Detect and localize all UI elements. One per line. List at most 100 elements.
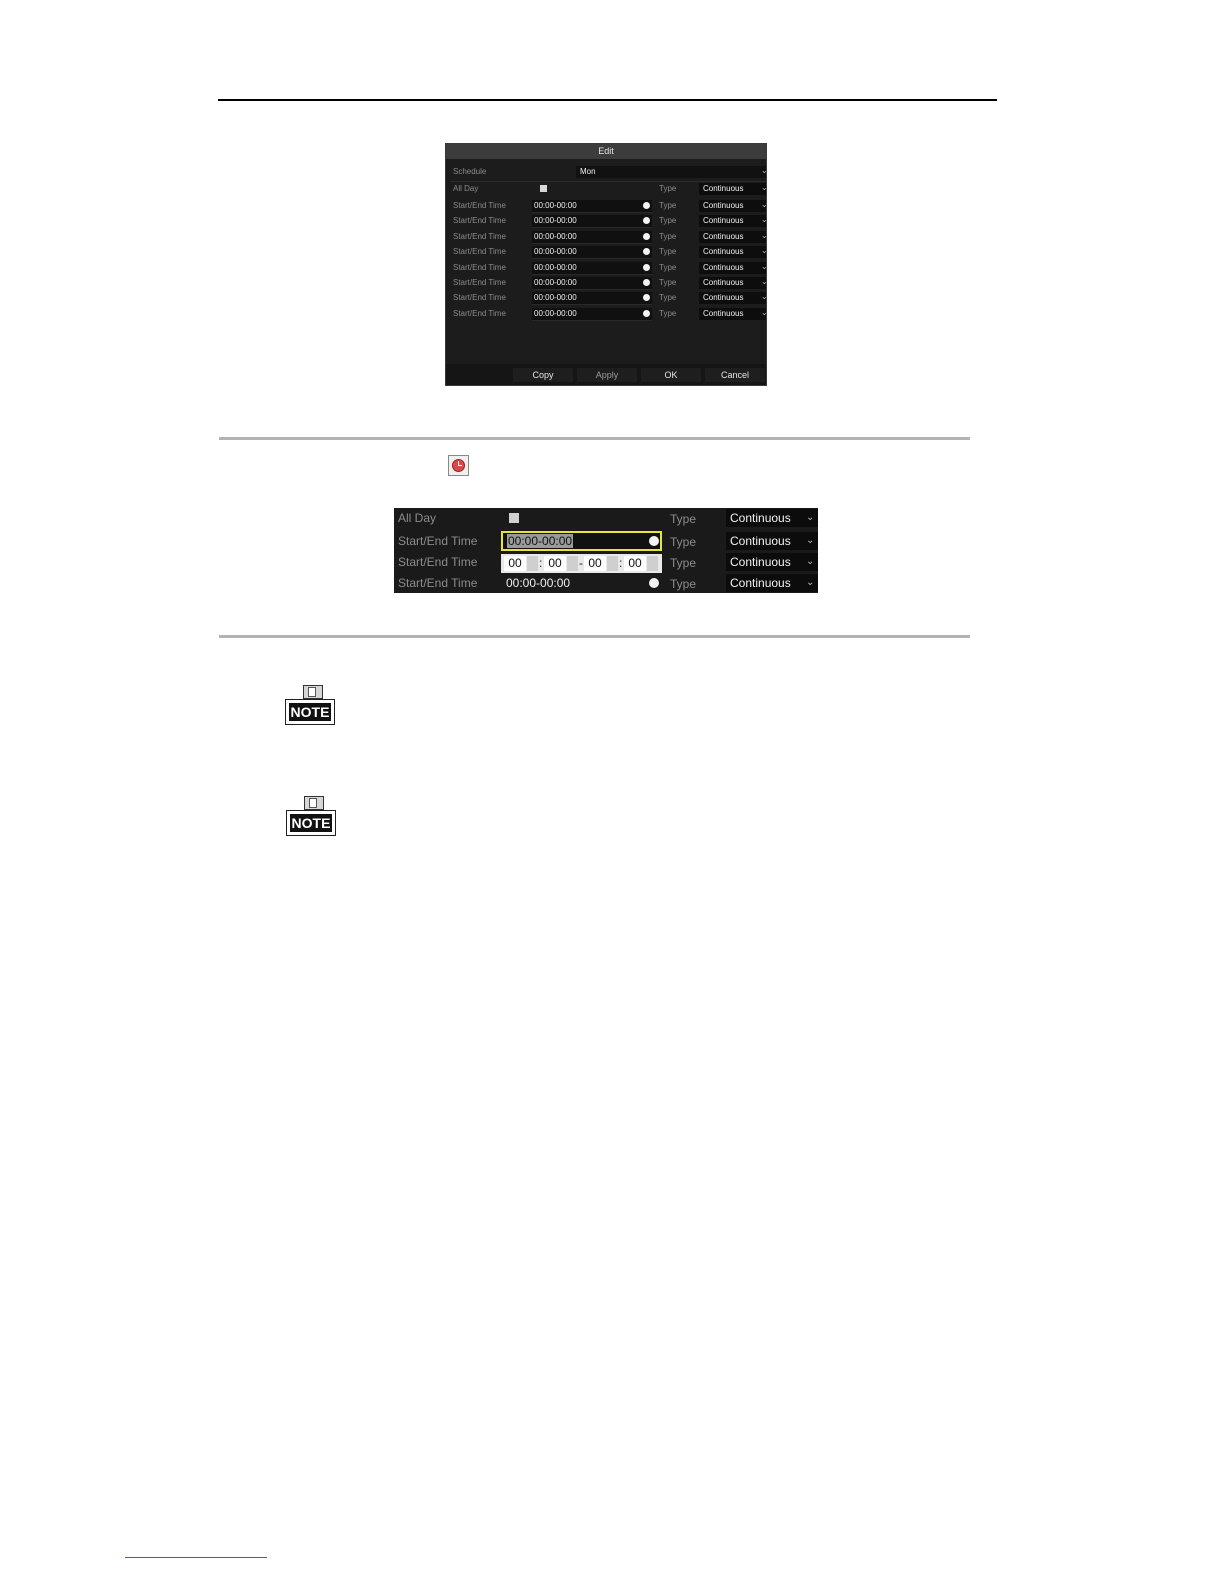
period-label: Start/End Time — [453, 309, 506, 318]
time-spinner: 00 : 00 - 00 : 00 — [501, 554, 662, 573]
schedule-select[interactable] — [576, 166, 766, 178]
period-row-4: Start/End Time 00:00-00:00 Type Continuo… — [450, 244, 768, 259]
type-label: Type — [670, 556, 697, 570]
clock-icon — [448, 455, 469, 476]
colon: : — [619, 556, 623, 570]
clock-icon[interactable] — [643, 202, 650, 209]
clock-icon[interactable] — [643, 217, 650, 224]
chevron-down-icon[interactable]: ⌄ — [761, 306, 768, 320]
clock-icon[interactable] — [643, 310, 650, 317]
chevron-down-icon[interactable]: ⌄ — [761, 164, 768, 178]
type-value: Continuous — [703, 216, 744, 225]
period-label: Start/End Time — [453, 216, 506, 225]
chevron-down-icon[interactable]: ⌄ — [806, 531, 814, 551]
time-value: 00:00-00:00 — [534, 293, 577, 302]
period-row-8: Start/End Time 00:00-00:00 Type Continuo… — [450, 306, 768, 321]
chevron-down-icon[interactable]: ⌄ — [806, 508, 814, 528]
type-label: Type — [659, 216, 677, 225]
time-value: 00:00-00:00 — [507, 534, 574, 548]
time-value: 00:00-00:00 — [534, 309, 577, 318]
period-row-1: Start/End Time 00:00-00:00 Type Continuo… — [450, 198, 768, 213]
ok-button[interactable]: OK — [641, 368, 701, 382]
period-row-7: Start/End Time 00:00-00:00 Type Continuo… — [450, 290, 768, 305]
time-input-selected[interactable]: 00:00-00:00 — [501, 531, 662, 551]
period-row-5: Start/End Time 00:00-00:00 Type Continuo… — [450, 260, 768, 275]
all-day-label: All Day — [453, 184, 479, 193]
time-value: 00:00-00:00 — [534, 232, 577, 241]
chevron-down-icon[interactable]: ⌄ — [761, 181, 768, 195]
all-day-label: All Day — [398, 511, 437, 525]
note-label: NOTE — [290, 814, 332, 832]
type-value: Continuous — [703, 278, 744, 287]
time-value: 00:00-00:00 — [534, 278, 577, 287]
chevron-down-icon[interactable]: ⌄ — [806, 552, 814, 572]
type-value: Continuous — [730, 511, 791, 525]
header-rule — [218, 99, 997, 101]
all-day-row: All Day Type Continuous ⌄ — [394, 508, 818, 528]
type-label: Type — [659, 263, 677, 272]
dash: - — [579, 556, 583, 570]
schedule-value: Mon — [580, 167, 596, 176]
chevron-down-icon[interactable]: ⌄ — [761, 260, 768, 274]
start-hour-field[interactable]: 00 — [504, 556, 526, 571]
cancel-button[interactable]: Cancel — [705, 368, 765, 382]
type-label: Type — [659, 184, 677, 193]
type-value: Continuous — [703, 309, 744, 318]
period-label: Start/End Time — [453, 201, 506, 210]
period-label: Start/End Time — [453, 232, 506, 241]
clock-icon[interactable] — [649, 536, 659, 546]
time-value: 00:00-00:00 — [534, 216, 577, 225]
period-label: Start/End Time — [453, 278, 506, 287]
spin-arrows-icon[interactable] — [647, 556, 658, 571]
footer-link-underline — [125, 1557, 267, 1558]
type-value: Continuous — [703, 201, 744, 210]
note-icon: NOTE — [285, 685, 337, 727]
schedule-label: Schedule — [453, 167, 487, 176]
clock-icon[interactable] — [649, 578, 659, 588]
period-row: Start/End Time 00:00-00:00 Type Continuo… — [394, 573, 818, 593]
all-day-checkbox[interactable] — [509, 513, 519, 523]
period-label: Start/End Time — [398, 555, 478, 569]
period-label: Start/End Time — [453, 247, 506, 256]
type-value: Continuous — [730, 576, 791, 590]
time-value: 00:00-00:00 — [534, 247, 577, 256]
chevron-down-icon[interactable]: ⌄ — [806, 573, 814, 593]
type-label: Type — [659, 293, 677, 302]
period-label: Start/End Time — [398, 534, 478, 548]
chevron-down-icon[interactable]: ⌄ — [761, 229, 768, 243]
time-value: 00:00-00:00 — [534, 201, 577, 210]
colon: : — [539, 556, 543, 570]
chevron-down-icon[interactable]: ⌄ — [761, 213, 768, 227]
type-value: Continuous — [730, 534, 791, 548]
note-label: NOTE — [289, 703, 331, 721]
chevron-down-icon[interactable]: ⌄ — [761, 244, 768, 258]
time-value[interactable]: 00:00-00:00 — [506, 573, 570, 593]
type-value: Continuous — [703, 263, 744, 272]
spin-arrows-icon[interactable] — [567, 556, 578, 571]
chevron-down-icon[interactable]: ⌄ — [761, 198, 768, 212]
chevron-down-icon[interactable]: ⌄ — [761, 275, 768, 289]
type-value: Continuous — [703, 232, 744, 241]
start-minute-field[interactable]: 00 — [544, 556, 566, 571]
apply-button[interactable]: Apply — [577, 368, 637, 382]
type-label: Type — [670, 512, 697, 526]
type-label: Type — [659, 232, 677, 241]
clock-icon[interactable] — [643, 248, 650, 255]
schedule-row: Schedule Mon ⌄ — [450, 164, 768, 179]
clock-icon[interactable] — [643, 279, 650, 286]
chevron-down-icon[interactable]: ⌄ — [761, 290, 768, 304]
clock-icon[interactable] — [643, 294, 650, 301]
section-rule — [219, 635, 970, 638]
all-day-checkbox[interactable] — [540, 185, 547, 192]
clock-icon[interactable] — [643, 264, 650, 271]
spin-arrows-icon[interactable] — [527, 556, 538, 571]
type-value: Continuous — [703, 293, 744, 302]
end-hour-field[interactable]: 00 — [584, 556, 606, 571]
period-row-2: Start/End Time 00:00-00:00 Type Continuo… — [450, 213, 768, 228]
end-minute-field[interactable]: 00 — [624, 556, 646, 571]
clock-icon[interactable] — [643, 233, 650, 240]
period-label: Start/End Time — [398, 576, 478, 590]
spin-arrows-icon[interactable] — [607, 556, 618, 571]
copy-button[interactable]: Copy — [513, 368, 573, 382]
period-row-3: Start/End Time 00:00-00:00 Type Continuo… — [450, 229, 768, 244]
